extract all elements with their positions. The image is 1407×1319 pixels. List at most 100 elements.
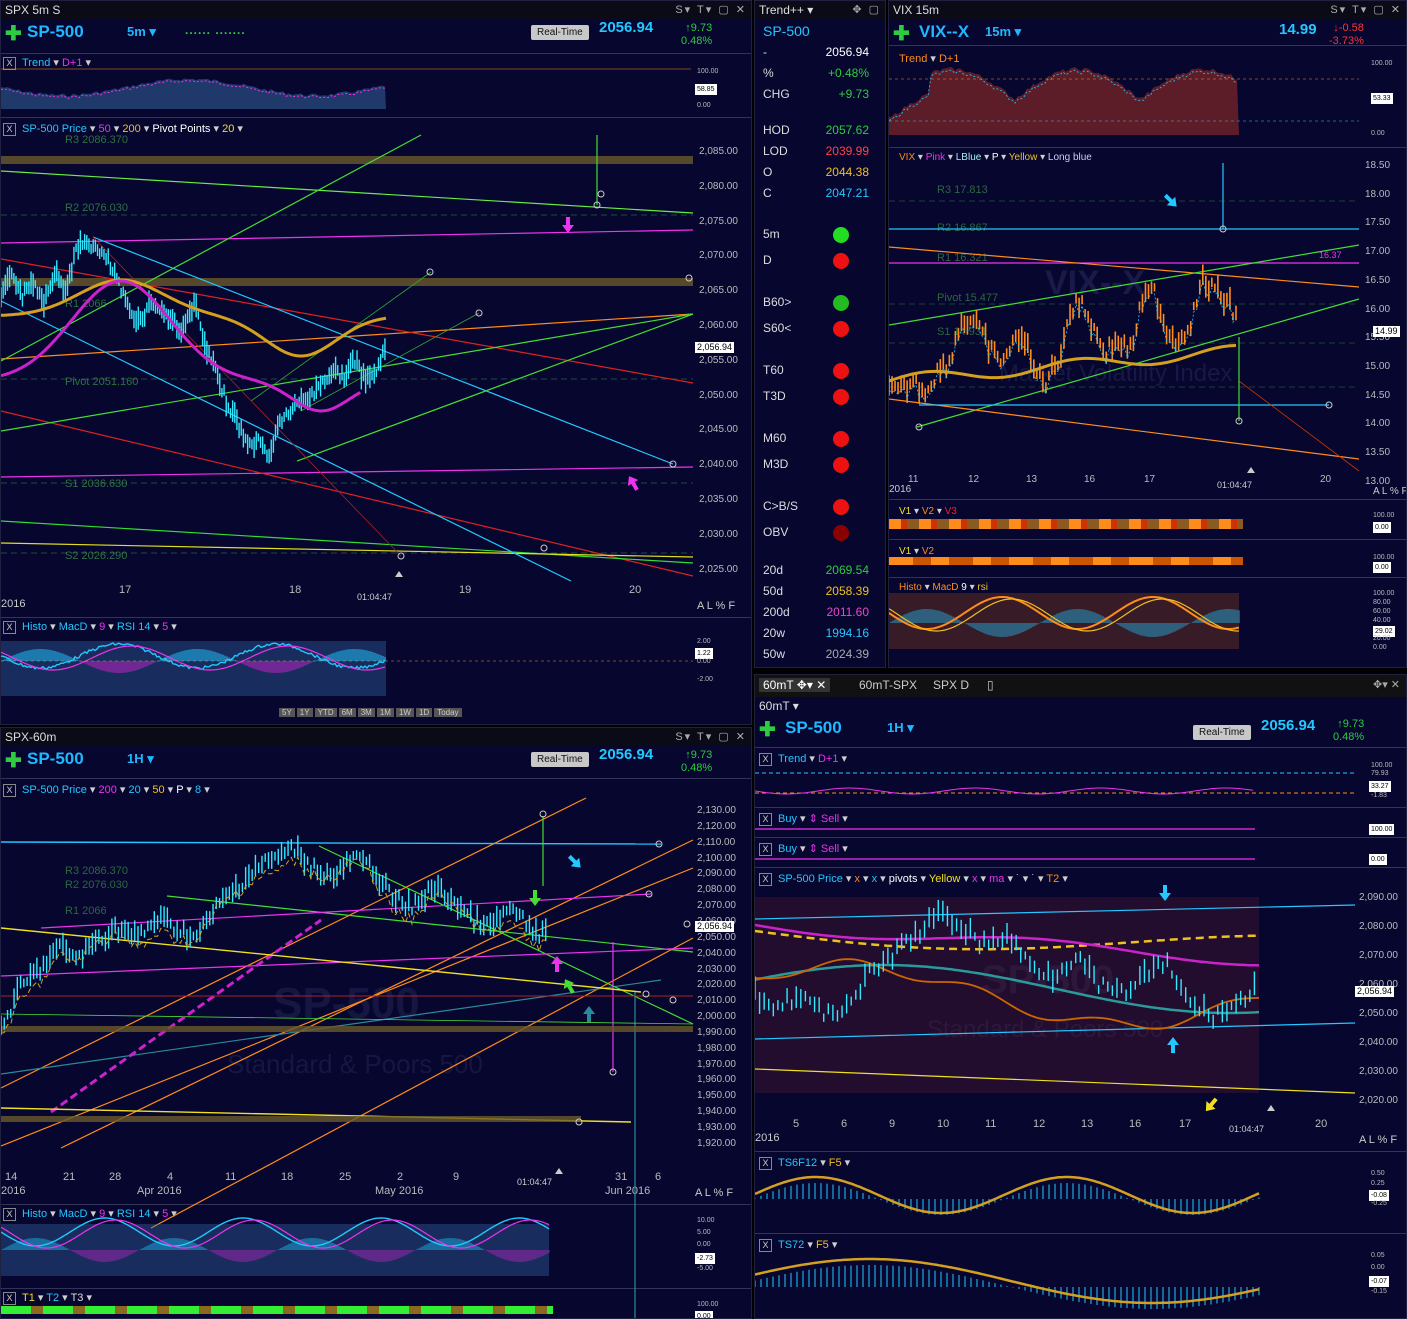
t-block xyxy=(91,1306,97,1314)
teal-arrow-up-shape xyxy=(583,1006,595,1022)
signal-row: T60 xyxy=(755,363,873,383)
v1-block xyxy=(1183,519,1189,529)
v2-block xyxy=(1003,557,1009,565)
ma-row-value: 2058.39 xyxy=(825,584,869,598)
ma-row: 200d 2011.60 xyxy=(755,605,873,625)
t-block xyxy=(385,1306,391,1314)
t-block xyxy=(73,1306,79,1314)
v2-block xyxy=(949,557,955,565)
window-title-bar[interactable]: Trend++ ▾ ✥ ▢ xyxy=(755,1,885,19)
side-row-value: +0.48% xyxy=(827,66,869,80)
v2-block xyxy=(979,557,985,565)
signal-row-indicator-dot xyxy=(833,525,849,541)
t-block xyxy=(487,1306,493,1314)
v2-block xyxy=(1117,557,1123,565)
time-marker-triangle xyxy=(1247,467,1255,473)
signal-row: C>B/S xyxy=(755,499,873,519)
t-block xyxy=(49,1306,55,1314)
t-block xyxy=(505,1306,511,1314)
v2-block xyxy=(1039,557,1045,565)
ma-row-value: 1994.16 xyxy=(825,626,869,640)
t-block xyxy=(133,1306,139,1314)
v2-block xyxy=(1171,557,1177,565)
t-block xyxy=(145,1306,151,1314)
v1-block xyxy=(979,519,985,529)
red-line-2 xyxy=(1,410,694,577)
v1-block xyxy=(913,519,919,529)
v2-block xyxy=(1219,557,1225,565)
v2-block xyxy=(943,557,949,565)
t-block xyxy=(355,1306,361,1314)
vix-15m-panel: VIX 15m S▾ T▾ ▢ ✕ ✚ VIX--X 15m ▾ 14.99 ↓… xyxy=(888,0,1407,668)
t-block xyxy=(271,1306,277,1314)
v2-block xyxy=(1183,557,1189,565)
v1-block xyxy=(1135,519,1141,529)
t-block xyxy=(121,1306,127,1314)
v2-block xyxy=(1123,557,1129,565)
v2-block xyxy=(1207,557,1213,565)
t-block xyxy=(457,1306,463,1314)
t-block xyxy=(223,1306,229,1314)
v1-block xyxy=(1219,519,1225,529)
ma-row-key: 20d xyxy=(763,563,784,577)
side-symbol: SP-500 xyxy=(763,23,810,39)
signal-row-indicator-dot xyxy=(833,499,849,515)
v1-block xyxy=(1081,519,1087,529)
t-block xyxy=(361,1306,367,1314)
v1-block xyxy=(1069,519,1075,529)
trend-plus-panel: Trend++ ▾ ✥ ▢ SP-500 - 2056.94% +0.48% CHG +… xyxy=(754,0,886,668)
v1-block xyxy=(1213,519,1219,529)
t-block xyxy=(55,1306,61,1314)
v1-block xyxy=(895,519,901,529)
v2-block xyxy=(913,557,919,565)
side-level-row-key: O xyxy=(763,165,773,179)
v2-block xyxy=(1165,557,1171,565)
v1-block xyxy=(1153,519,1159,529)
v1-block xyxy=(1021,519,1027,529)
side-row-key: - xyxy=(763,45,767,59)
v1-block xyxy=(1087,519,1093,529)
v2-block xyxy=(1099,557,1105,565)
v1-block xyxy=(889,519,895,529)
side-level-row-key: LOD xyxy=(763,144,788,158)
v2-block xyxy=(1159,557,1165,565)
v1-block xyxy=(1201,519,1207,529)
v1-block xyxy=(1225,519,1231,529)
trend-area xyxy=(1,78,386,109)
thin-green-2 xyxy=(300,312,480,412)
v1-block xyxy=(997,519,1003,529)
vix-15m-chart xyxy=(889,67,1360,649)
v2-block xyxy=(1141,557,1147,565)
v2-block xyxy=(1009,557,1015,565)
t-block xyxy=(289,1306,295,1314)
v1-block xyxy=(1147,519,1153,529)
side-row: - 2056.94 xyxy=(755,45,873,65)
v2-block xyxy=(907,557,913,565)
t-block xyxy=(367,1306,373,1314)
v2-block xyxy=(1147,557,1153,565)
t-block xyxy=(31,1306,37,1314)
side-row-value: +9.73 xyxy=(838,87,869,101)
signal-row-indicator-dot xyxy=(833,227,849,243)
t-block xyxy=(547,1306,553,1314)
t-block xyxy=(139,1306,145,1314)
t-block xyxy=(103,1306,109,1314)
t-block xyxy=(523,1306,529,1314)
v2-block xyxy=(1021,557,1027,565)
v1-block xyxy=(1237,519,1243,529)
window-controls[interactable]: ✥ ▢ xyxy=(852,1,881,19)
signal-row-indicator-dot xyxy=(833,253,849,269)
signal-row-key: M3D xyxy=(763,457,789,471)
v2-block xyxy=(1189,557,1195,565)
t-block xyxy=(169,1306,175,1314)
time-marker-triangle xyxy=(1267,1105,1275,1111)
t-block xyxy=(307,1306,313,1314)
t-block xyxy=(241,1306,247,1314)
v1-block xyxy=(1099,519,1105,529)
v2-block xyxy=(1081,557,1087,565)
ma-row: 20d 2069.54 xyxy=(755,563,873,583)
signal-row-key: 5m xyxy=(763,227,780,241)
v2-block xyxy=(1051,557,1057,565)
v2-block xyxy=(1093,557,1099,565)
t-block xyxy=(403,1306,409,1314)
